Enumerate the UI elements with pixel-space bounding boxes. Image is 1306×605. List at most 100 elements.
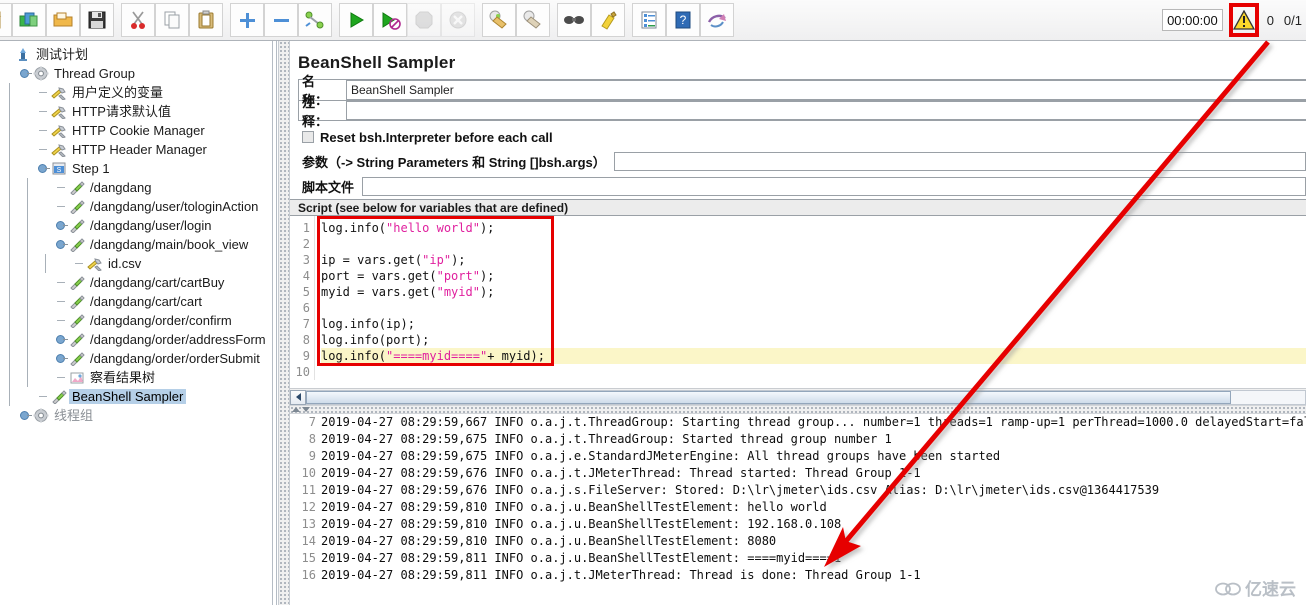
reset-interpreter-checkbox[interactable] [302, 131, 314, 143]
code-plain-token: + myid); [487, 349, 545, 363]
tree-node[interactable]: SStep 1 [0, 159, 272, 178]
tree-node[interactable]: id.csv [0, 254, 272, 273]
open-button[interactable] [46, 3, 80, 37]
code-line[interactable]: port = vars.get("port"); [321, 268, 1306, 284]
horizontal-splitter[interactable] [290, 405, 1306, 414]
tree-elbow [36, 121, 49, 140]
vertical-splitter[interactable] [278, 41, 290, 605]
code-line[interactable] [321, 236, 1306, 252]
script-editor[interactable]: 12345678910 log.info("hello world");ip =… [290, 216, 1306, 388]
name-input[interactable]: BeanShell Sampler [346, 80, 1306, 100]
tree-expand-toggle[interactable] [18, 409, 31, 422]
tree-node[interactable]: /dangdang [0, 178, 272, 197]
save-button[interactable] [80, 3, 114, 37]
start-button[interactable] [339, 3, 373, 37]
tree-expand-toggle[interactable] [54, 238, 67, 251]
code-plain-token: log.info(port); [321, 333, 429, 347]
tree-indent [36, 368, 54, 387]
sampler-icon [67, 293, 87, 310]
code-line[interactable]: log.info(ip); [321, 316, 1306, 332]
editor-horizontal-scrollbar[interactable] [290, 388, 1306, 405]
code-plain-token: myid = vars.get( [321, 285, 437, 299]
reset-search-button[interactable] [591, 3, 625, 37]
parameters-label: 参数（-> String Parameters 和 String []bsh.a… [302, 152, 606, 171]
tree-expand-toggle[interactable] [36, 162, 49, 175]
hscroll-track[interactable] [306, 390, 1306, 405]
expand-all-button[interactable] [230, 3, 264, 37]
tree-node[interactable]: 用户定义的变量 [0, 83, 272, 102]
warning-indicator[interactable] [1229, 5, 1259, 35]
templates-button[interactable] [12, 3, 46, 37]
new-button[interactable] [0, 3, 12, 37]
editor-code-area[interactable]: log.info("hello world"); ip = vars.get("i… [315, 216, 1306, 380]
collapse-down-icon[interactable] [302, 407, 310, 412]
cut-button[interactable] [121, 3, 155, 37]
collapse-up-icon[interactable] [292, 407, 300, 412]
tree-node[interactable]: HTTP Header Manager [0, 140, 272, 159]
tree-node[interactable]: 线程组 [0, 406, 272, 425]
log-viewer[interactable]: 72019-04-27 08:29:59,667 INFO o.a.j.t.Th… [290, 414, 1306, 586]
log-row: 132019-04-27 08:29:59,810 INFO o.a.j.u.B… [290, 516, 1306, 533]
start-no-pauses-button[interactable] [373, 3, 407, 37]
scroll-left-button[interactable] [290, 390, 306, 405]
shutdown-button[interactable] [441, 3, 475, 37]
parameters-input[interactable] [614, 152, 1306, 171]
toggle-button[interactable] [298, 3, 332, 37]
log-line-text: 2019-04-27 08:29:59,811 INFO o.a.j.t.JMe… [321, 567, 921, 584]
help-button[interactable]: ? [666, 3, 700, 37]
clear-button[interactable] [482, 3, 516, 37]
tree-node[interactable]: HTTP Cookie Manager [0, 121, 272, 140]
function-helper-button[interactable] [632, 3, 666, 37]
tree-indent [0, 387, 18, 406]
copy-button[interactable] [155, 3, 189, 37]
tree-expand-toggle[interactable] [18, 67, 31, 80]
tree-indent [0, 292, 18, 311]
script-file-input[interactable] [362, 177, 1306, 196]
collapse-all-button[interactable] [264, 3, 298, 37]
code-plain-token: ); [480, 221, 494, 235]
stop-button[interactable] [407, 3, 441, 37]
search-button[interactable] [557, 3, 591, 37]
reset-interpreter-row[interactable]: Reset bsh.Interpreter before each call [298, 125, 1306, 149]
tree-expand-toggle[interactable] [54, 352, 67, 365]
tree-node[interactable]: /dangdang/order/orderSubmit [0, 349, 272, 368]
paste-button[interactable] [189, 3, 223, 37]
tree-node[interactable]: /dangdang/cart/cart [0, 292, 272, 311]
tree-node[interactable]: /dangdang/order/confirm [0, 311, 272, 330]
tree-node[interactable]: /dangdang/user/tologinAction [0, 197, 272, 216]
code-line[interactable] [321, 364, 1306, 380]
comment-input[interactable] [346, 101, 1306, 120]
undo-redo-button[interactable] [700, 3, 734, 37]
tree-node[interactable]: HTTP请求默认值 [0, 102, 272, 121]
tree-node[interactable]: /dangdang/cart/cartBuy [0, 273, 272, 292]
line-number: 1 [291, 220, 310, 236]
tree-node[interactable]: /dangdang/user/login [0, 216, 272, 235]
log-row: 82019-04-27 08:29:59,675 INFO o.a.j.t.Th… [290, 431, 1306, 448]
save-icon [87, 10, 107, 30]
tree-node[interactable]: 察看结果树 [0, 368, 272, 387]
code-line[interactable]: log.info(port); [321, 332, 1306, 348]
code-plain-token: ip = vars.get( [321, 253, 422, 267]
code-line[interactable]: ip = vars.get("ip"); [321, 252, 1306, 268]
line-number: 4 [291, 268, 310, 284]
test-plan-tree-panel[interactable]: 测试计划Thread Group用户定义的变量HTTP请求默认值HTTP Coo… [0, 41, 272, 605]
code-line[interactable]: log.info("hello world"); [321, 220, 1306, 236]
clear-all-button[interactable] [516, 3, 550, 37]
tree-node[interactable]: /dangdang/main/book_view [0, 235, 272, 254]
code-line[interactable]: myid = vars.get("myid"); [321, 284, 1306, 300]
tree-expand-toggle[interactable] [54, 219, 67, 232]
tree-node[interactable]: BeanShell Sampler [0, 387, 272, 406]
tree-expand-toggle[interactable] [54, 333, 67, 346]
code-line[interactable] [321, 300, 1306, 316]
cloud-icon [1215, 580, 1241, 596]
test-plan-tree[interactable]: 测试计划Thread Group用户定义的变量HTTP请求默认值HTTP Coo… [0, 41, 272, 425]
tree-node[interactable]: /dangdang/order/addressForm [0, 330, 272, 349]
tree-node[interactable]: 测试计划 [0, 45, 272, 64]
tree-node-label: /dangdang/cart/cartBuy [87, 275, 227, 290]
tree-elbow [54, 368, 67, 387]
hscroll-thumb[interactable] [306, 391, 1231, 404]
code-line[interactable]: log.info("====myid===="+ myid); [321, 348, 1306, 364]
tree-node[interactable]: Thread Group [0, 64, 272, 83]
tree-vertical-scrollbar[interactable] [272, 41, 277, 605]
tree-leaf-connector [36, 143, 49, 156]
